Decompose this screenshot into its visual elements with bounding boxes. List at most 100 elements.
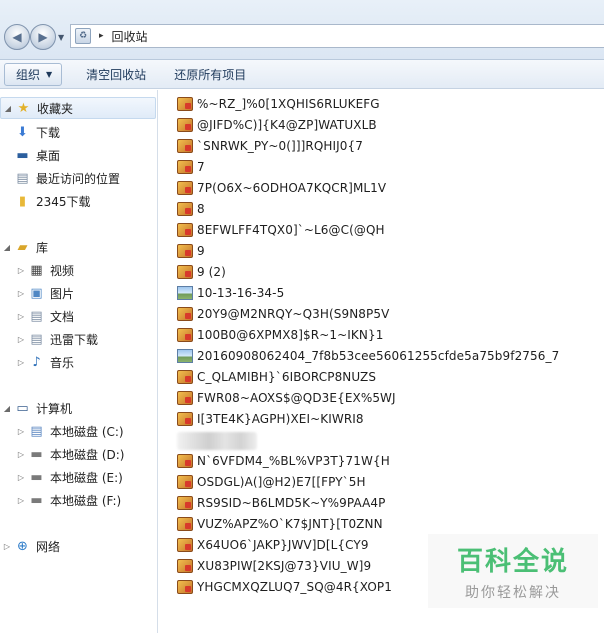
nav-item-2345-downloads[interactable]: ▮ 2345下载 <box>14 190 91 212</box>
navigation-pane: ◢ ★ 收藏夹 ⬇ 下载 ▬ 桌面 ▤ 最近访问的位置 ▮ 2345下载 ◢ ▰… <box>0 90 158 633</box>
list-item[interactable]: C_QLAMIBH}`6IBORCP8NUZS <box>177 367 376 387</box>
app-icon <box>177 328 193 342</box>
collapsed-triangle-icon[interactable]: ▷ <box>14 473 28 482</box>
nav-item-drive-d[interactable]: ▷ ▬ 本地磁盘 (D:) <box>0 443 125 465</box>
nav-item-drive-e[interactable]: ▷ ▬ 本地磁盘 (E:) <box>0 466 123 488</box>
music-note-icon: ♪ <box>32 354 41 370</box>
file-name: 9 (2) <box>197 265 226 279</box>
app-icon <box>177 244 193 258</box>
folder-icon: ▮ <box>18 193 27 209</box>
nav-computer[interactable]: ◢ ▭ 计算机 <box>0 397 72 419</box>
watermark-subtitle: 助你轻松解决 <box>465 584 561 601</box>
list-item[interactable]: X64UO6`JAKP}JWV]D[L{CY9 <box>177 535 369 555</box>
list-item[interactable]: 7P(O6X~6ODHOA7KQCR]ML1V <box>177 178 386 198</box>
blurred-file-entry[interactable] <box>177 432 257 450</box>
collapsed-triangle-icon[interactable]: ▷ <box>14 266 28 275</box>
nav-item-label: 本地磁盘 (E:) <box>50 470 123 485</box>
list-item[interactable]: 20160908062404_7f8b53cee56061255cfde5a75… <box>177 346 559 366</box>
collapsed-triangle-icon[interactable]: ▷ <box>14 312 28 321</box>
nav-item-label: 图片 <box>50 286 75 301</box>
list-item[interactable]: %~RZ_]%0[1XQHIS6RLUKEFG <box>177 94 380 114</box>
list-item[interactable]: OSDGL)A(]@H2)E7[[FPY`5H <box>177 472 366 492</box>
nav-item-documents[interactable]: ▷ ▤ 文档 <box>0 305 74 327</box>
app-icon <box>177 517 193 531</box>
list-item[interactable]: I[3TE4K}AGPH)XEI~KIWRI8 <box>177 409 364 429</box>
collapsed-triangle-icon[interactable]: ▷ <box>0 542 14 551</box>
expanded-triangle-icon[interactable]: ◢ <box>0 243 14 252</box>
nav-item-label: 音乐 <box>50 355 75 370</box>
network-icon: ⊕ <box>17 538 28 554</box>
list-item[interactable]: 9 (2) <box>177 262 226 282</box>
nav-item-drive-f[interactable]: ▷ ▬ 本地磁盘 (F:) <box>0 489 121 511</box>
collapsed-triangle-icon[interactable]: ▷ <box>14 289 28 298</box>
nav-item-downloads[interactable]: ⬇ 下载 <box>14 121 60 143</box>
collapsed-triangle-icon[interactable]: ▷ <box>14 427 28 436</box>
app-icon <box>177 202 193 216</box>
restore-all-button[interactable]: 还原所有项目 <box>164 63 256 86</box>
list-item[interactable]: 7 <box>177 157 205 177</box>
pictures-icon: ▣ <box>30 285 43 301</box>
nav-item-desktop[interactable]: ▬ 桌面 <box>14 144 60 166</box>
nav-item-videos[interactable]: ▷ ▦ 视频 <box>0 259 74 281</box>
list-item[interactable]: VUZ%APZ%O`K7$JNT}[T0ZNN <box>177 514 383 534</box>
nav-item-music[interactable]: ▷ ♪ 音乐 <box>0 351 74 373</box>
list-item[interactable]: 9 <box>177 241 205 261</box>
nav-network[interactable]: ▷ ⊕ 网络 <box>0 535 60 557</box>
image-icon <box>177 286 193 300</box>
list-item[interactable]: 8 <box>177 199 205 219</box>
list-item[interactable]: @JIFD%C)]{K4@ZP]WATUXLB <box>177 115 377 135</box>
expanded-triangle-icon[interactable]: ◢ <box>0 404 14 413</box>
collapsed-triangle-icon[interactable]: ▷ <box>14 358 28 367</box>
list-item[interactable]: 8EFWLFF4TQX0]`~L6@C(@QH <box>177 220 385 240</box>
forward-button[interactable]: ▶ <box>30 24 56 50</box>
nav-item-pictures[interactable]: ▷ ▣ 图片 <box>0 282 74 304</box>
app-icon <box>177 475 193 489</box>
empty-recycle-bin-button[interactable]: 清空回收站 <box>76 63 156 86</box>
list-item[interactable]: 100B0@6XPMX8]$R~1~IKN}1 <box>177 325 383 345</box>
app-icon <box>177 391 193 405</box>
address-box[interactable]: ♻ ▸ 回收站 <box>70 24 604 48</box>
recent-pages-dropdown[interactable]: ▼ <box>58 33 64 42</box>
back-button[interactable]: ◀ <box>4 24 30 50</box>
video-icon: ▦ <box>30 262 43 278</box>
list-item[interactable]: XU83PIW[2KSJ@73}VIU_W]9 <box>177 556 371 576</box>
desktop-icon: ▬ <box>16 147 29 163</box>
nav-item-recent-places[interactable]: ▤ 最近访问的位置 <box>14 167 120 189</box>
nav-item-drive-c[interactable]: ▷ ▤ 本地磁盘 (C:) <box>0 420 124 442</box>
system-drive-icon: ▤ <box>30 423 43 439</box>
file-name: 20Y9@M2NRQY~Q3H(S9N8P5V <box>197 307 390 321</box>
nav-network-label: 网络 <box>36 539 61 554</box>
nav-favorites[interactable]: ◢ ★ 收藏夹 <box>0 97 156 119</box>
nav-item-thunder-downloads[interactable]: ▷ ▤ 迅雷下载 <box>0 328 98 350</box>
star-icon: ★ <box>17 100 30 116</box>
list-item[interactable]: RS9SID~B6LMD5K~Y%9PAA4P <box>177 493 386 513</box>
file-name: 7 <box>197 160 205 174</box>
breadcrumb-separator[interactable]: ▸ <box>99 31 104 41</box>
breadcrumb-recycle-bin[interactable]: 回收站 <box>112 28 148 45</box>
hard-drive-icon: ▬ <box>30 469 43 485</box>
nav-library[interactable]: ◢ ▰ 库 <box>0 236 48 258</box>
nav-item-label: 本地磁盘 (F:) <box>50 493 122 508</box>
expanded-triangle-icon[interactable]: ◢ <box>1 104 15 113</box>
file-name: I[3TE4K}AGPH)XEI~KIWRI8 <box>197 412 364 426</box>
nav-computer-label: 计算机 <box>36 401 73 416</box>
file-name: XU83PIW[2KSJ@73}VIU_W]9 <box>197 559 372 573</box>
list-item[interactable]: FWR08~AOXS$@QD3E{EX%5WJ <box>177 388 396 408</box>
list-item[interactable]: 10-13-16-34-5 <box>177 283 284 303</box>
file-name: @JIFD%C)]{K4@ZP]WATUXLB <box>197 118 377 132</box>
hard-drive-icon: ▬ <box>30 446 43 462</box>
app-icon <box>177 139 193 153</box>
organize-button[interactable]: 组织 ▼ <box>4 62 63 86</box>
list-item[interactable]: N`6VFDM4_%BL%VP3T}71W{H <box>177 451 390 471</box>
list-item[interactable]: `SNRWK_PY~0(]]]RQHIJ0{7 <box>177 136 363 156</box>
list-item[interactable]: YHGCMXQZLUQ7_SQ@4R{XOP1 <box>177 577 392 597</box>
app-icon <box>177 496 193 510</box>
collapsed-triangle-icon[interactable]: ▷ <box>14 335 28 344</box>
list-item[interactable]: 20Y9@M2NRQY~Q3H(S9N8P5V <box>177 304 389 324</box>
app-icon <box>177 265 193 279</box>
arrow-right-icon: ▶ <box>38 30 48 44</box>
app-icon <box>177 307 193 321</box>
collapsed-triangle-icon[interactable]: ▷ <box>14 496 28 505</box>
app-icon <box>177 559 193 573</box>
collapsed-triangle-icon[interactable]: ▷ <box>14 450 28 459</box>
